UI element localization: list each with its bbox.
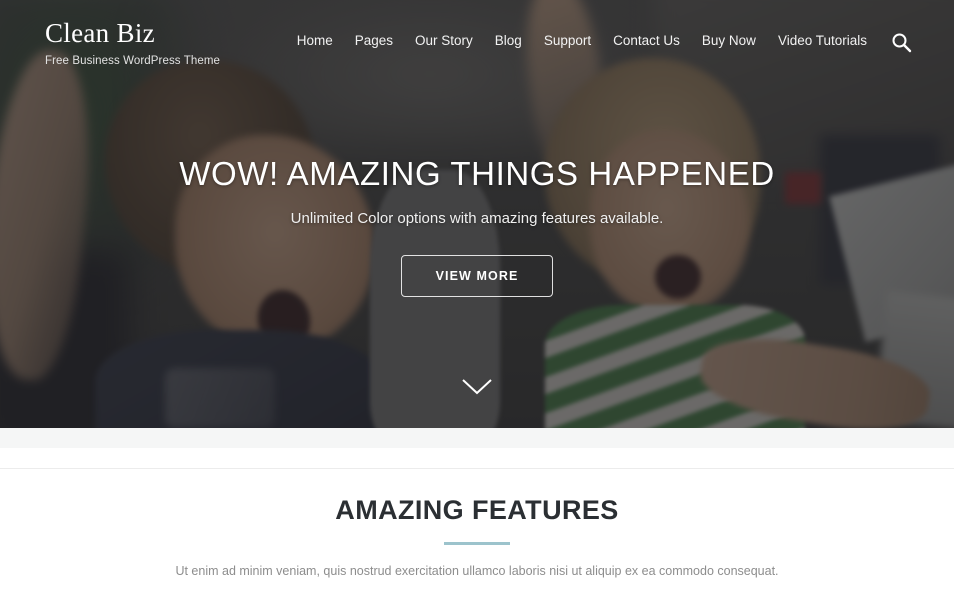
- section-spacer-white: [0, 448, 954, 468]
- section-divider: [0, 468, 954, 469]
- nav-item-buy-now[interactable]: Buy Now: [691, 33, 767, 48]
- brand-block[interactable]: Clean Biz Free Business WordPress Theme: [45, 20, 221, 68]
- site-title[interactable]: Clean Biz: [45, 20, 220, 47]
- nav-item-pages[interactable]: Pages: [344, 33, 404, 48]
- section-title-underline: [444, 542, 510, 545]
- chevron-down-icon: [462, 379, 492, 395]
- section-description: Ut enim ad minim veniam, quis nostrud ex…: [175, 564, 779, 578]
- scroll-down-button[interactable]: [0, 374, 954, 403]
- search-icon[interactable]: [890, 31, 912, 53]
- view-more-button[interactable]: VIEW MORE: [400, 255, 554, 297]
- section-spacer-gray: [0, 428, 954, 448]
- hero-section: Clean Biz Free Business WordPress Theme …: [0, 0, 954, 428]
- nav-item-our-story[interactable]: Our Story: [404, 33, 484, 48]
- site-tagline: Free Business WordPress Theme: [45, 55, 221, 67]
- hero-headline: WOW! AMAZING THINGS HAPPENED: [179, 155, 775, 192]
- hero-subheadline: Unlimited Color options with amazing fea…: [290, 210, 664, 227]
- site-header: Clean Biz Free Business WordPress Theme …: [0, 0, 954, 78]
- page-root: Clean Biz Free Business WordPress Theme …: [0, 0, 954, 600]
- section-title: AMAZING FEATURES: [335, 495, 619, 525]
- primary-navigation: Home Pages Our Story Blog Support Contac…: [286, 33, 878, 48]
- nav-item-home[interactable]: Home: [286, 33, 344, 48]
- nav-item-blog[interactable]: Blog: [484, 33, 533, 48]
- nav-item-contact-us[interactable]: Contact Us: [602, 33, 691, 48]
- nav-item-support[interactable]: Support: [533, 33, 602, 48]
- amazing-features-section: AMAZING FEATURES Ut enim ad minim veniam…: [0, 495, 954, 600]
- nav-item-video-tutorials[interactable]: Video Tutorials: [767, 33, 878, 48]
